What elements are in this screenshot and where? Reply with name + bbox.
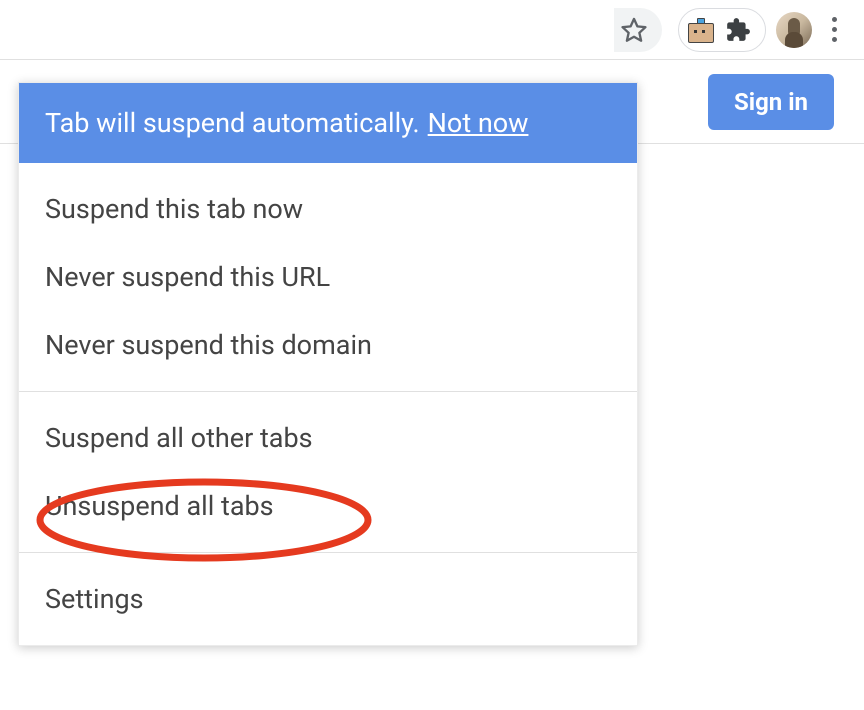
never-suspend-domain-item[interactable]: Never suspend this domain [19, 311, 637, 379]
suspender-box-icon [687, 16, 715, 44]
popup-section-1: Suspend this tab now Never suspend this … [19, 163, 637, 392]
bookmark-star-icon[interactable] [620, 16, 648, 44]
suspend-this-tab-item[interactable]: Suspend this tab now [19, 175, 637, 243]
popup-header: Tab will suspend automatically. Not now [19, 83, 637, 163]
popup-section-3: Settings [19, 553, 637, 645]
popup-section-2: Suspend all other tabs Unsuspend all tab… [19, 392, 637, 553]
browser-toolbar [0, 0, 864, 60]
extension-pill[interactable] [678, 8, 766, 52]
settings-item[interactable]: Settings [19, 565, 637, 633]
suspend-all-other-item[interactable]: Suspend all other tabs [19, 404, 637, 472]
profile-avatar[interactable] [776, 12, 812, 48]
not-now-link[interactable]: Not now [428, 107, 529, 139]
puzzle-piece-icon[interactable] [725, 17, 751, 43]
unsuspend-all-item[interactable]: Unsuspend all tabs [19, 472, 637, 540]
popup-header-text: Tab will suspend automatically. [45, 107, 420, 139]
extension-popup: Tab will suspend automatically. Not now … [18, 82, 638, 646]
never-suspend-url-item[interactable]: Never suspend this URL [19, 243, 637, 311]
address-bar-end [614, 8, 662, 52]
sign-in-button[interactable]: Sign in [708, 74, 834, 130]
more-vert-icon[interactable] [822, 13, 846, 46]
